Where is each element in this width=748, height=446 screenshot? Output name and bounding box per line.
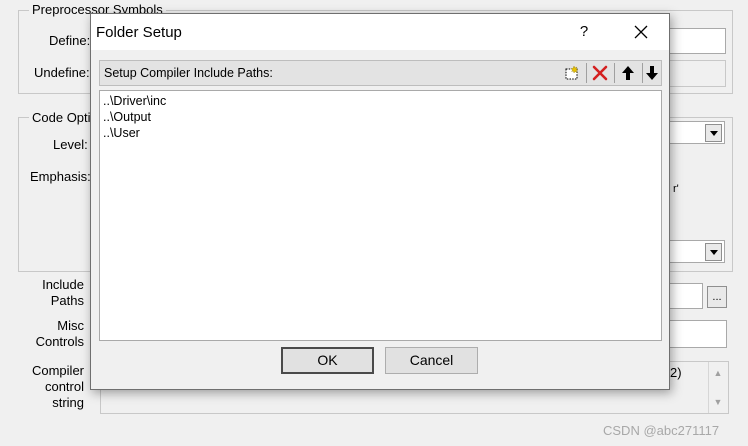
- chevron-down-icon: [709, 130, 718, 136]
- help-button[interactable]: ?: [574, 22, 594, 42]
- delete-icon: [592, 65, 608, 81]
- code-optimization-group-title: Code Opti: [29, 111, 94, 125]
- delete-path-button[interactable]: [589, 63, 611, 83]
- new-folder-icon: [565, 65, 579, 80]
- undefine-input[interactable]: [668, 60, 726, 87]
- include-paths-label-line1: Include: [42, 277, 84, 292]
- include-paths-label-line2: Paths: [50, 293, 84, 308]
- list-item[interactable]: ..\Output: [100, 109, 661, 125]
- dialog-title: Folder Setup: [96, 24, 182, 41]
- browse-button-label: ...: [712, 291, 722, 303]
- compiler-string-fragment: 2): [670, 365, 682, 380]
- emphasis-select[interactable]: [668, 240, 725, 263]
- list-item[interactable]: ..\User: [100, 125, 661, 141]
- watermark: CSDN @abc271117: [603, 423, 720, 438]
- compiler-string-scrollbar[interactable]: ▲ ▼: [708, 362, 727, 413]
- toolbar-separator: [586, 63, 587, 83]
- close-icon: [634, 25, 648, 39]
- chevron-down-icon: [709, 249, 718, 255]
- scroll-down-icon[interactable]: ▼: [709, 395, 727, 409]
- misc-controls-label-line1: Misc: [57, 318, 84, 333]
- include-paths-input[interactable]: [668, 283, 703, 309]
- emphasis-dropdown-button[interactable]: [705, 243, 722, 261]
- include-paths-caption: Setup Compiler Include Paths:: [104, 66, 273, 80]
- right-text-fragment: r': [673, 183, 679, 195]
- misc-controls-label-line2: Controls: [35, 334, 84, 349]
- folder-setup-dialog: Folder Setup ? Setup Compiler Include Pa…: [90, 13, 670, 390]
- move-up-icon: [622, 66, 634, 80]
- undefine-label: Undefine:: [34, 65, 90, 80]
- browse-button[interactable]: ...: [707, 286, 727, 308]
- define-label: Define:: [49, 33, 91, 48]
- cancel-button[interactable]: Cancel: [385, 347, 478, 374]
- list-item[interactable]: ..\Driver\inc: [100, 93, 661, 109]
- compiler-control-label-line2: control: [44, 379, 84, 394]
- dialog-titlebar[interactable]: Folder Setup ?: [91, 14, 669, 50]
- compiler-control-label-line1: Compiler: [31, 363, 84, 378]
- ok-button[interactable]: OK: [281, 347, 374, 374]
- define-input[interactable]: [668, 28, 726, 54]
- level-dropdown-button[interactable]: [705, 124, 722, 142]
- toolbar-separator: [614, 63, 615, 83]
- emphasis-label: Emphasis:: [30, 169, 91, 184]
- move-down-button[interactable]: [643, 63, 661, 83]
- level-select[interactable]: [668, 121, 725, 144]
- misc-controls-input[interactable]: [668, 320, 727, 348]
- close-button[interactable]: [626, 20, 656, 44]
- level-label: Level:: [53, 137, 88, 152]
- include-paths-header: Setup Compiler Include Paths:: [99, 60, 662, 86]
- new-path-button[interactable]: [561, 63, 583, 83]
- include-paths-listbox[interactable]: ..\Driver\inc ..\Output ..\User: [99, 90, 662, 341]
- move-down-icon: [646, 66, 658, 80]
- move-up-button[interactable]: [617, 63, 639, 83]
- compiler-control-label-line3: string: [52, 395, 84, 410]
- scroll-up-icon[interactable]: ▲: [709, 366, 727, 380]
